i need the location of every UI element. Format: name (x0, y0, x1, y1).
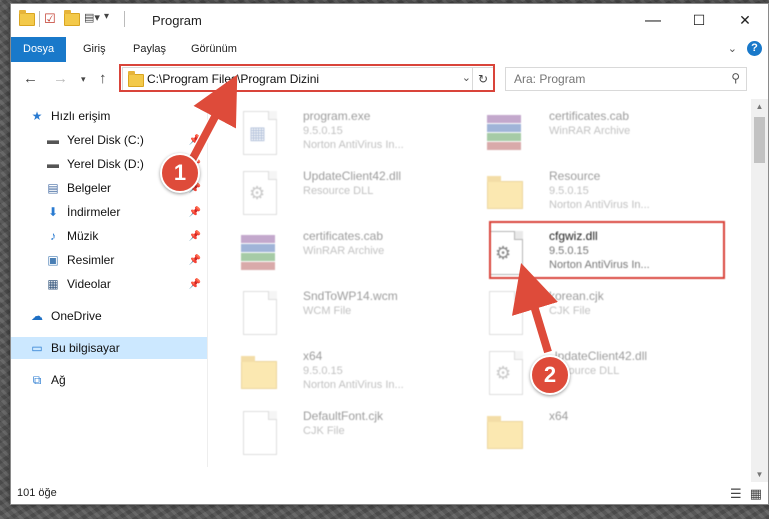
pictures-icon: ▣ (47, 253, 59, 267)
pin-icon[interactable]: 📌 (189, 207, 201, 218)
archive-icon (485, 109, 525, 155)
search-box[interactable]: ⚲ (505, 67, 747, 91)
nav-item-this-pc[interactable]: ▭ Bu bilgisayar (11, 337, 207, 359)
computer-icon: ▭ (31, 341, 43, 355)
nav-item-videos[interactable]: ▦ Videolar 📌 (11, 273, 207, 295)
forward-arrow-icon[interactable]: → (53, 70, 68, 87)
details-view-icon[interactable]: ☰ (730, 486, 742, 502)
nav-item-pictures[interactable]: ▣ Resimler 📌 (11, 249, 207, 271)
star-icon: ★ (31, 109, 43, 123)
folder-icon (19, 9, 35, 26)
network-icon: ⧉ (32, 372, 42, 387)
cloud-icon: ☁ (31, 309, 43, 323)
file-list: ▦ program.exe 9.5.0.15 Norton AntiVirus … (211, 99, 746, 467)
explorer-window: ☑ ▤▾ ▾ Program — ☐ ✕ Dosya Giriş Paylaş … (10, 3, 769, 505)
callout-1: 1 (160, 153, 200, 193)
file-item[interactable]: x64 9.5.0.15 Norton AntiVirus In... (231, 345, 471, 399)
pin-icon[interactable]: 📌 (189, 255, 201, 266)
file-item[interactable]: ⚙ UpdateClient42.dll Resource DLL (231, 165, 471, 219)
chevron-down-icon[interactable]: ▾ (104, 11, 120, 27)
nav-item-music[interactable]: ♪ Müzik 📌 (11, 225, 207, 247)
dll-icon: ⚙ (485, 349, 525, 395)
file-icon (239, 289, 279, 335)
back-arrow-icon[interactable]: ← (23, 70, 38, 87)
new-folder-icon[interactable] (64, 9, 80, 26)
help-button[interactable]: ? (747, 41, 762, 56)
expand-ribbon-icon[interactable]: ⌄ (728, 42, 737, 55)
search-icon: ⚲ (731, 71, 740, 85)
archive-icon (239, 229, 279, 275)
scroll-up-icon[interactable]: ▲ (751, 102, 768, 111)
music-icon: ♪ (50, 229, 56, 243)
scrollbar-thumb[interactable] (754, 117, 765, 163)
tiles-view-icon[interactable]: ▦ (750, 486, 762, 502)
vertical-scrollbar[interactable]: ▲ ▼ (751, 99, 768, 482)
file-icon (239, 409, 279, 455)
pin-icon[interactable]: 📌 (189, 279, 201, 290)
documents-icon: ▤ (47, 181, 59, 195)
file-item[interactable]: SndToWP14.wcm WCM File (231, 285, 471, 339)
maximize-button[interactable]: ☐ (676, 4, 722, 37)
title-bar: ☑ ▤▾ ▾ Program — ☐ ✕ (11, 4, 768, 37)
file-item[interactable]: x64 (477, 405, 717, 459)
nav-item-network[interactable]: ⧉ Ağ (11, 369, 207, 391)
dll-icon: ⚙ (239, 169, 279, 215)
nav-item-onedrive[interactable]: ☁ OneDrive (11, 305, 207, 327)
drive-icon: ▬ (47, 157, 59, 171)
recent-dropdown-icon[interactable]: ▾ (81, 74, 86, 85)
pin-icon[interactable]: 📌 (189, 231, 201, 242)
scroll-down-icon[interactable]: ▼ (751, 470, 768, 479)
file-highlight-box (489, 221, 725, 279)
download-icon: ⬇ (47, 205, 59, 219)
up-arrow-icon[interactable]: ↑ (99, 70, 107, 87)
address-highlight-box (119, 64, 495, 92)
file-item[interactable]: korean.cjk CJK File (477, 285, 717, 339)
search-input[interactable] (512, 68, 716, 90)
customize-qat-icon[interactable]: ▤▾ (84, 11, 100, 27)
tab-view[interactable]: Görünüm (191, 37, 237, 62)
file-item[interactable]: DefaultFont.cjk CJK File (231, 405, 471, 459)
properties-icon[interactable]: ☑ (44, 11, 60, 27)
callout-2: 2 (530, 355, 570, 395)
pin-icon[interactable]: 📌 (189, 135, 201, 146)
file-item[interactable]: ▦ program.exe 9.5.0.15 Norton AntiVirus … (231, 105, 471, 159)
close-button[interactable]: ✕ (722, 4, 768, 37)
status-bar: 101 öğe ☰ ▦ (11, 482, 768, 504)
nav-item-quick-access[interactable]: ★ Hızlı erişim (11, 105, 207, 127)
window-title: Program (152, 13, 202, 28)
minimize-button[interactable]: — (630, 4, 676, 37)
file-item[interactable]: certificates.cab WinRAR Archive (231, 225, 471, 279)
ribbon: Dosya Giriş Paylaş Görünüm ⌄ ? (11, 37, 768, 63)
folder-icon (239, 349, 279, 395)
nav-item-local-disk-c[interactable]: ▬ Yerel Disk (C:) 📌 (11, 129, 207, 151)
nav-item-downloads[interactable]: ⬇ İndirmeler 📌 (11, 201, 207, 223)
file-icon (485, 289, 525, 335)
item-count: 101 öğe (17, 487, 57, 499)
window-controls: — ☐ ✕ (630, 4, 768, 37)
tab-home[interactable]: Giriş (83, 37, 106, 62)
drive-icon: ▬ (47, 133, 59, 147)
quick-access-toolbar: ☑ ▤▾ ▾ (19, 9, 125, 27)
file-item[interactable]: certificates.cab WinRAR Archive (477, 105, 717, 159)
file-item[interactable]: Resource 9.5.0.15 Norton AntiVirus In... (477, 165, 717, 219)
file-item[interactable]: ⚙ UpdateClient42.dll Resource DLL (477, 345, 717, 399)
video-icon: ▦ (47, 277, 59, 291)
folder-icon (485, 169, 525, 215)
folder-icon (485, 409, 525, 455)
tab-file[interactable]: Dosya (11, 37, 67, 62)
exe-icon: ▦ (239, 109, 279, 155)
tab-share[interactable]: Paylaş (133, 37, 166, 62)
address-row: ← → ▾ ↑ C:\Program Files\Program Dizini … (11, 62, 768, 96)
